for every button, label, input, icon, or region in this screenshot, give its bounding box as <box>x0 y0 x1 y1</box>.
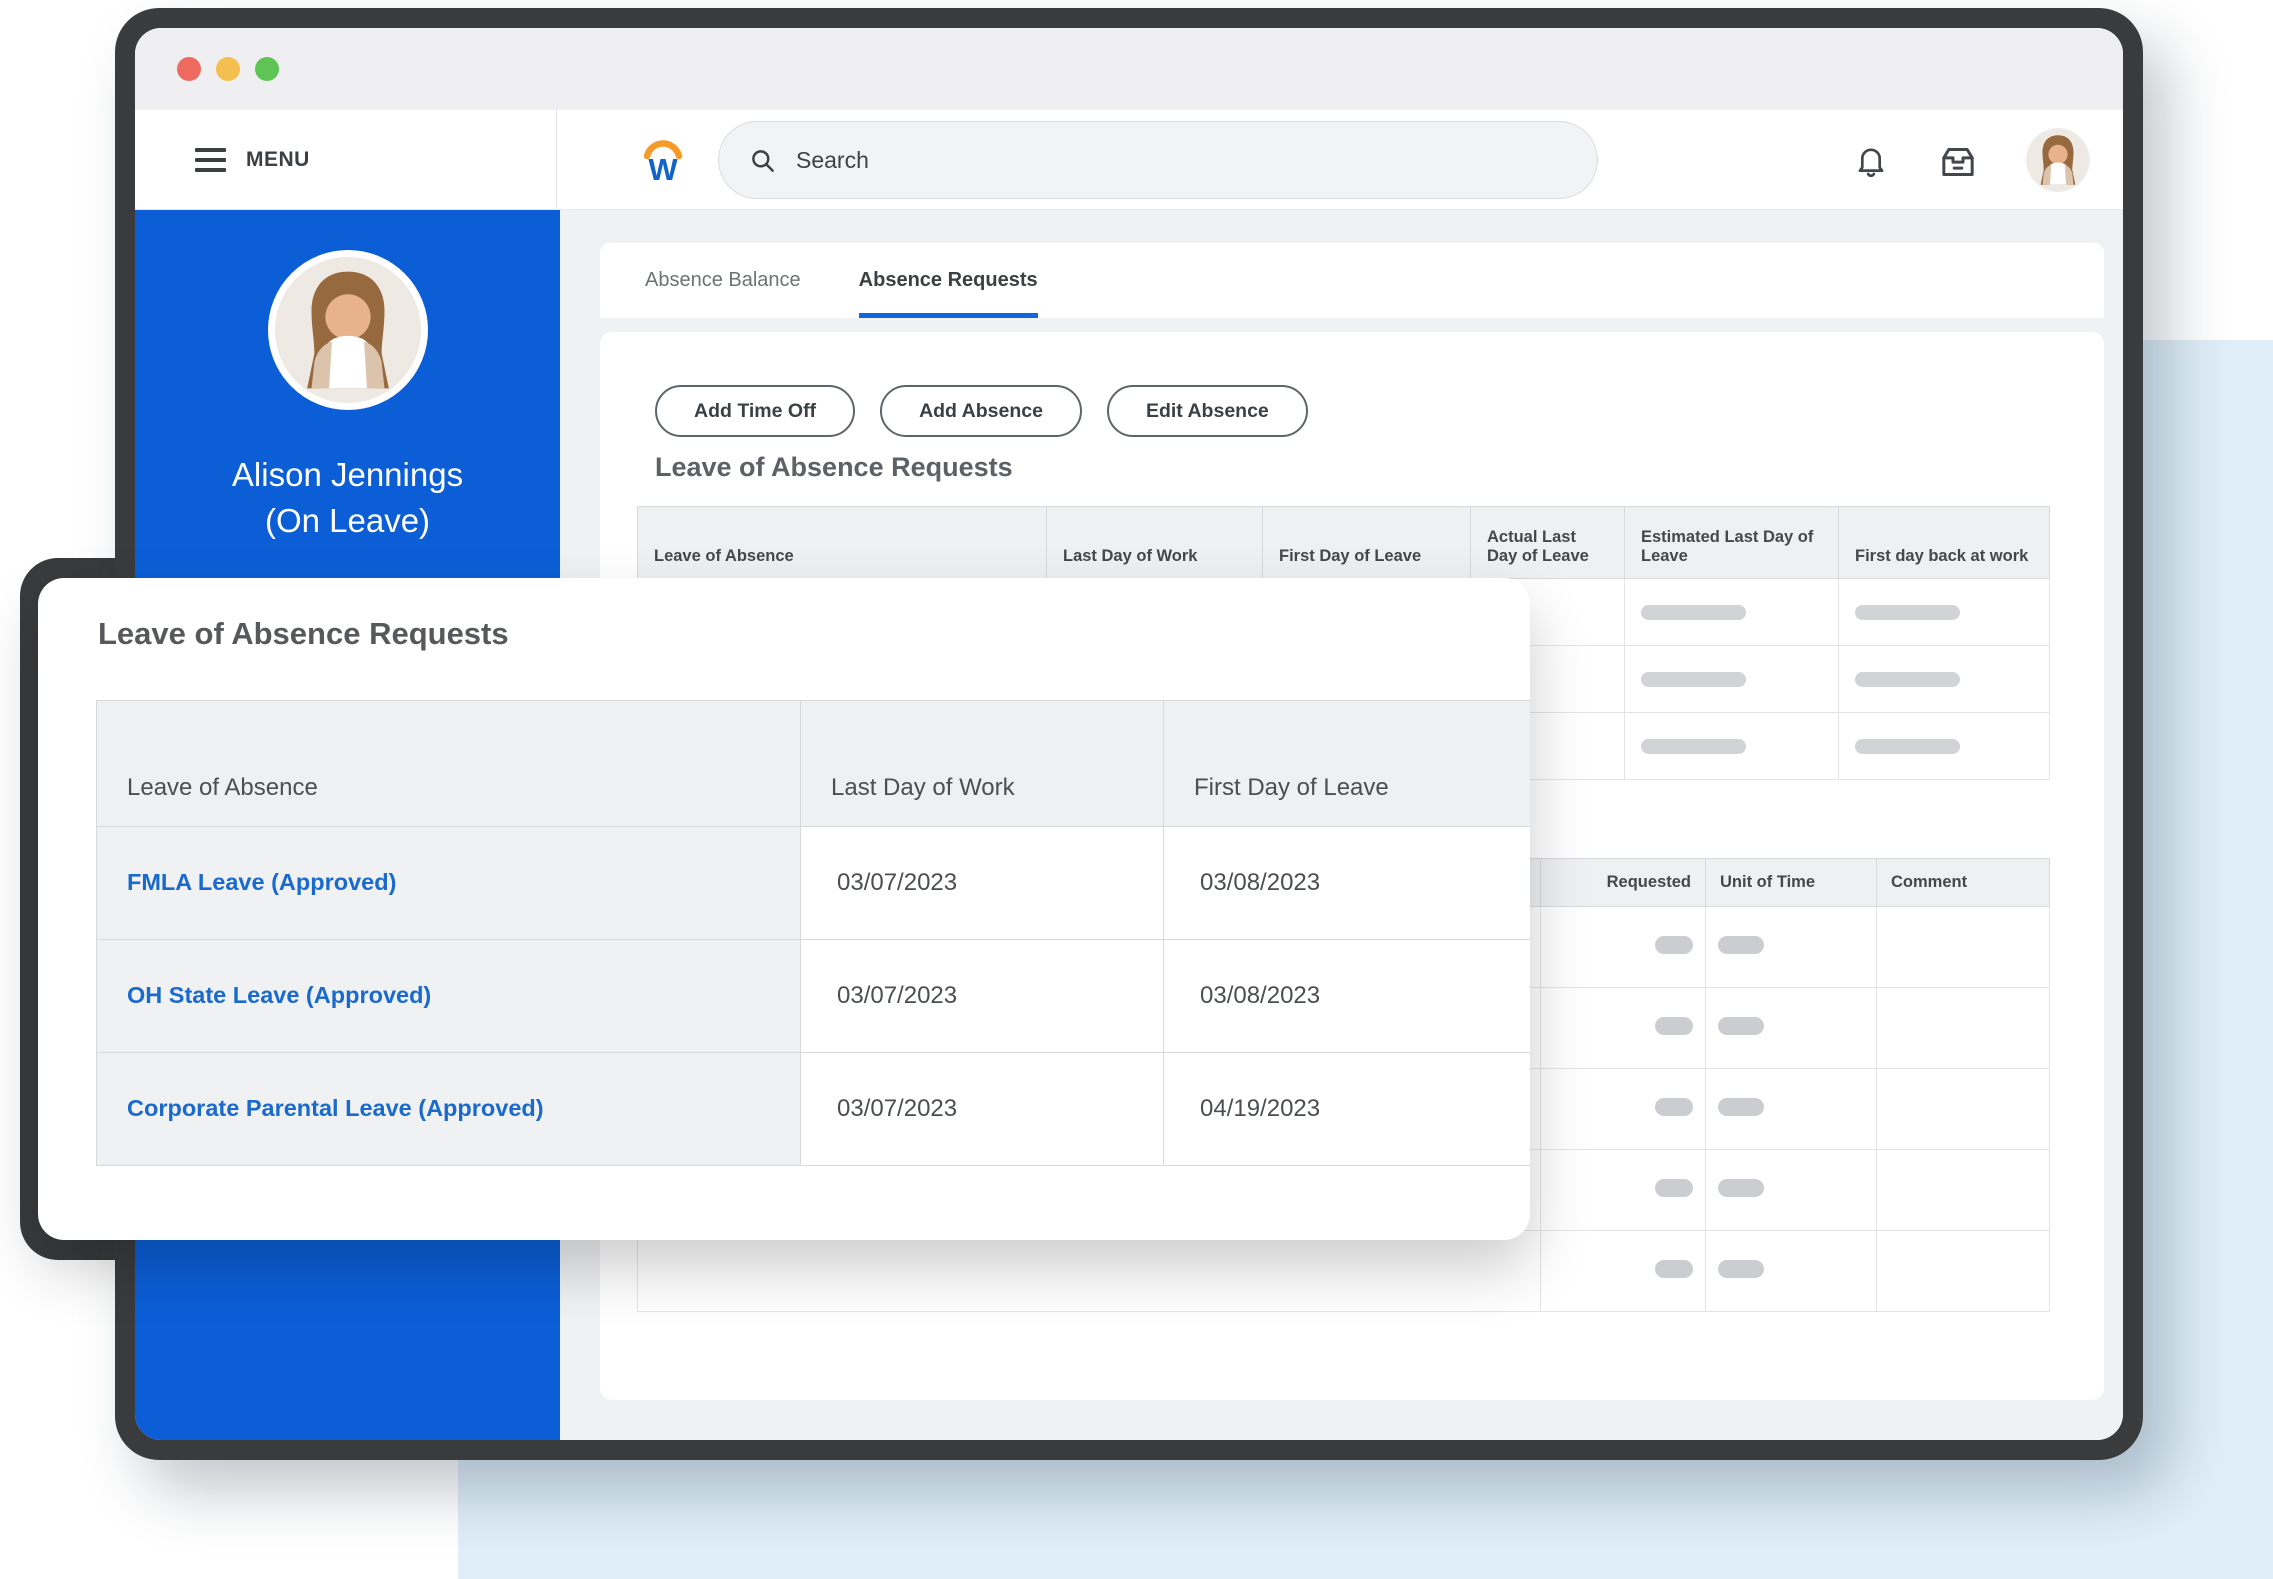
leave-requests-zoom-card: Leave of Absence Requests Leave of Absen… <box>38 578 1530 1240</box>
first-day-cell: 03/08/2023 <box>1164 827 1531 940</box>
placeholder-pill <box>1855 605 1960 620</box>
placeholder-pill <box>1718 1260 1764 1278</box>
leave-link-fmla[interactable]: FMLA Leave (Approved) <box>127 869 396 895</box>
card-table: Leave of Absence Last Day of Work First … <box>96 700 1530 1166</box>
card-header-row: Leave of Absence Last Day of Work First … <box>97 701 1531 827</box>
card-table-row: FMLA Leave (Approved) 03/07/2023 03/08/2… <box>97 827 1531 940</box>
placeholder-pill <box>1718 1017 1764 1035</box>
menu-label: MENU <box>246 148 310 172</box>
placeholder-pill <box>1655 936 1693 954</box>
page: MENU W Search <box>0 0 2273 1579</box>
col-first-day-back: First day back at work <box>1839 507 2050 579</box>
card-col-first-day-of-leave: First Day of Leave <box>1164 701 1531 827</box>
search-icon <box>749 147 776 174</box>
col-last-day-of-work: Last Day of Work <box>1047 507 1263 579</box>
card-col-leave-of-absence: Leave of Absence <box>97 701 801 827</box>
app-header: MENU W Search <box>135 110 2123 210</box>
col-first-day-of-leave: First Day of Leave <box>1263 507 1471 579</box>
window-titlebar <box>135 28 2123 110</box>
leave-link-oh-state[interactable]: OH State Leave (Approved) <box>127 982 431 1008</box>
placeholder-pill <box>1855 672 1960 687</box>
col-leave-of-absence: Leave of Absence <box>638 507 1047 579</box>
section-title: Leave of Absence Requests <box>655 452 1013 483</box>
inbox-tray-icon <box>1938 142 1978 182</box>
add-absence-button[interactable]: Add Absence <box>880 385 1082 437</box>
workday-logo[interactable]: W <box>640 134 686 189</box>
card-table-row: OH State Leave (Approved) 03/07/2023 03/… <box>97 940 1531 1053</box>
close-window-button[interactable] <box>177 57 201 81</box>
notifications-button[interactable] <box>1853 142 1889 183</box>
profile-photo <box>268 250 428 410</box>
profile-name-text: Alison Jennings <box>232 452 463 498</box>
placeholder-pill <box>1655 1098 1693 1116</box>
placeholder-pill <box>1655 1017 1693 1035</box>
last-day-cell: 03/07/2023 <box>801 827 1164 940</box>
card-col-last-day-of-work: Last Day of Work <box>801 701 1164 827</box>
maximize-window-button[interactable] <box>255 57 279 81</box>
tab-absence-requests[interactable]: Absence Requests <box>859 243 1038 318</box>
inbox-button[interactable] <box>1938 142 1978 187</box>
menu-button[interactable]: MENU <box>195 110 310 209</box>
col-comment: Comment <box>1877 859 2050 907</box>
placeholder-pill <box>1641 739 1746 754</box>
last-day-cell: 03/07/2023 <box>801 1053 1164 1166</box>
card-table-row: Corporate Parental Leave (Approved) 03/0… <box>97 1053 1531 1166</box>
user-avatar[interactable] <box>2027 129 2089 191</box>
placeholder-pill <box>1641 672 1746 687</box>
col-actual-last-day: Actual Last Day of Leave <box>1471 507 1625 579</box>
profile-status: (On Leave) <box>232 498 463 544</box>
table-header-row: Leave of Absence Last Day of Work First … <box>638 507 2050 579</box>
placeholder-pill <box>1718 1179 1764 1197</box>
profile-name: Alison Jennings (On Leave) <box>232 452 463 543</box>
minimize-window-button[interactable] <box>216 57 240 81</box>
col-requested: Requested <box>1541 859 1706 907</box>
col-unit-of-time: Unit of Time <box>1706 859 1877 907</box>
first-day-cell: 03/08/2023 <box>1164 940 1531 1053</box>
toolbar: Add Time Off Add Absence Edit Absence <box>655 385 1308 437</box>
first-day-cell: 04/19/2023 <box>1164 1053 1531 1166</box>
placeholder-pill <box>1855 739 1960 754</box>
hamburger-icon <box>195 148 226 172</box>
placeholder-pill <box>1655 1179 1693 1197</box>
search-input[interactable]: Search <box>718 121 1598 199</box>
svg-text:W: W <box>648 152 678 184</box>
table-row <box>638 1231 2050 1312</box>
leave-link-corporate-parental[interactable]: Corporate Parental Leave (Approved) <box>127 1095 544 1121</box>
tab-absence-balance[interactable]: Absence Balance <box>645 243 801 318</box>
bell-icon <box>1853 142 1889 178</box>
last-day-cell: 03/07/2023 <box>801 940 1164 1053</box>
tabs-bar: Absence Balance Absence Requests <box>600 243 2104 318</box>
col-estimated-last-day: Estimated Last Day of Leave <box>1625 507 1839 579</box>
card-title: Leave of Absence Requests <box>98 616 509 652</box>
edit-absence-button[interactable]: Edit Absence <box>1107 385 1308 437</box>
add-time-off-button[interactable]: Add Time Off <box>655 385 855 437</box>
search-placeholder: Search <box>796 147 869 174</box>
placeholder-pill <box>1641 605 1746 620</box>
placeholder-pill <box>1718 936 1764 954</box>
avatar-image <box>2027 129 2089 191</box>
placeholder-pill <box>1655 1260 1693 1278</box>
header-divider <box>556 110 557 209</box>
placeholder-pill <box>1718 1098 1764 1116</box>
